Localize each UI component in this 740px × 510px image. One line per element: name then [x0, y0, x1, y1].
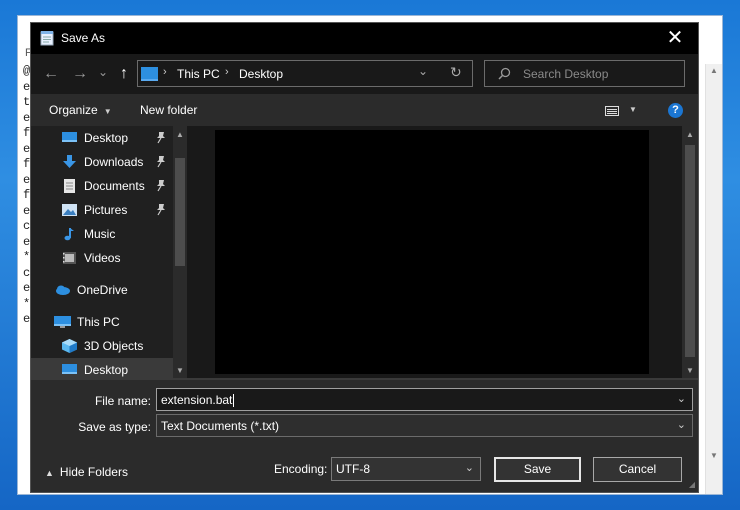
nav-item-label: Documents	[84, 179, 145, 193]
save-as-dialog: Save As ✕ ← → ⌄ ↑ › This PC › Desktop ⌄ …	[30, 22, 699, 493]
close-button[interactable]: ✕	[652, 23, 698, 54]
nav-item-label: This PC	[77, 315, 120, 329]
file-name-field[interactable]: extension.bat ⌄	[156, 388, 693, 411]
nav-item-this-pc[interactable]: This PC	[31, 310, 173, 334]
organize-label[interactable]: Organize	[49, 103, 98, 117]
background-scrollbar[interactable]: ▲ ▼	[705, 64, 722, 494]
encoding-select[interactable]: UTF-8 ⌄	[331, 457, 481, 481]
onedrive-icon	[56, 285, 70, 295]
desktop-icon	[62, 364, 77, 374]
save-as-type-label: Save as type:	[78, 420, 151, 434]
pane-divider	[31, 378, 698, 380]
title-bar: Save As ✕	[31, 23, 698, 54]
download-icon	[63, 155, 76, 168]
this-pc-icon	[54, 316, 71, 328]
navigation-bar: ← → ⌄ ↑ › This PC › Desktop ⌄ ↻	[31, 54, 698, 94]
nav-item-videos[interactable]: Videos	[31, 246, 173, 270]
nav-item-music[interactable]: Music	[31, 222, 173, 246]
address-bar[interactable]: › This PC › Desktop ⌄ ↻	[137, 60, 473, 87]
scrollbar-thumb[interactable]	[685, 145, 695, 357]
organize-button[interactable]: Organize ▼	[49, 103, 112, 117]
music-icon	[64, 228, 74, 241]
scroll-up-icon[interactable]: ▲	[682, 130, 698, 139]
view-caret-icon[interactable]: ▼	[629, 105, 637, 114]
nav-item-label: Desktop	[84, 131, 129, 145]
nav-item-label: Desktop	[84, 363, 129, 377]
organize-caret-icon[interactable]: ▼	[104, 107, 112, 116]
chevron-down-icon[interactable]: ⌄	[677, 418, 686, 431]
breadcrumb-separator-icon[interactable]: ›	[225, 66, 229, 78]
breadcrumb-separator-icon: ›	[163, 66, 167, 78]
cancel-button[interactable]: Cancel	[593, 457, 682, 482]
scroll-down-icon[interactable]: ▼	[682, 366, 698, 375]
documents-icon	[64, 179, 75, 193]
nav-item-onedrive[interactable]: OneDrive	[31, 278, 173, 302]
nav-item-documents[interactable]: Documents	[31, 174, 173, 198]
back-arrow-icon[interactable]: ←	[39, 62, 63, 86]
file-name-label: File name:	[94, 394, 151, 408]
forward-arrow-icon[interactable]: →	[68, 62, 92, 86]
nav-item-desktop[interactable]: Desktop	[31, 126, 173, 150]
nav-item-3d-objects[interactable]: 3D Objects	[31, 334, 173, 358]
3d-objects-icon	[62, 339, 77, 353]
pin-icon	[157, 132, 165, 144]
nav-item-label: OneDrive	[77, 283, 128, 297]
chevron-down-icon[interactable]: ⌄	[677, 392, 686, 405]
pin-icon	[157, 204, 165, 216]
address-dropdown-icon[interactable]: ⌄	[418, 64, 428, 78]
file-area-blank	[215, 130, 649, 374]
breadcrumb-this-pc[interactable]: This PC	[177, 67, 220, 81]
save-button[interactable]: Save	[494, 457, 581, 482]
nav-item-label: Downloads	[84, 155, 144, 169]
pin-icon	[157, 180, 165, 192]
nav-item-label: 3D Objects	[84, 339, 144, 353]
nav-pane-scrollbar[interactable]: ▲ ▼	[173, 126, 187, 378]
nav-item-downloads[interactable]: Downloads	[31, 150, 173, 174]
up-arrow-icon[interactable]: ↑	[112, 62, 136, 86]
search-box[interactable]	[484, 60, 685, 87]
search-icon	[498, 67, 511, 80]
hide-folders-label[interactable]: Hide Folders	[60, 465, 128, 479]
file-list-pane[interactable]	[187, 126, 682, 378]
close-icon[interactable]: ✕	[667, 27, 684, 49]
pictures-icon	[62, 204, 77, 216]
refresh-icon[interactable]: ↻	[450, 64, 462, 81]
scroll-down-icon[interactable]: ▼	[173, 366, 187, 375]
new-folder-button[interactable]: New folder	[140, 103, 197, 117]
navigation-pane: Desktop Downloads Documents Pictures Mus…	[31, 126, 187, 378]
nav-item-label: Videos	[84, 251, 121, 265]
help-icon[interactable]: ?	[668, 103, 683, 118]
file-list-scrollbar[interactable]: ▲ ▼	[682, 126, 698, 378]
pin-icon	[157, 156, 165, 168]
file-name-value[interactable]: extension.bat	[161, 393, 235, 408]
nav-item-label: Pictures	[84, 203, 128, 217]
this-pc-icon	[141, 67, 158, 81]
scroll-up-icon[interactable]: ▲	[173, 130, 187, 139]
encoding-value[interactable]: UTF-8	[336, 462, 370, 476]
hide-folders-button[interactable]: ▲ Hide Folders	[45, 465, 128, 479]
videos-icon	[63, 252, 76, 264]
notepad-icon	[40, 31, 54, 46]
encoding-label: Encoding:	[274, 462, 328, 476]
resize-grip-icon[interactable]: ◢	[689, 480, 695, 489]
view-options-icon[interactable]	[605, 106, 619, 116]
dialog-title: Save As	[61, 31, 106, 45]
background-scroll-down-icon[interactable]: ▼	[706, 451, 722, 460]
scrollbar-thumb[interactable]	[175, 158, 185, 266]
breadcrumb-desktop[interactable]: Desktop	[239, 67, 283, 81]
nav-item-desktop-selected[interactable]: Desktop	[31, 358, 173, 378]
save-as-type-select[interactable]: Text Documents (*.txt) ⌄	[156, 414, 693, 437]
nav-item-pictures[interactable]: Pictures	[31, 198, 173, 222]
chevron-up-icon[interactable]: ▲	[45, 468, 54, 478]
nav-item-label: Music	[84, 227, 116, 241]
save-as-type-value[interactable]: Text Documents (*.txt)	[161, 419, 279, 433]
desktop-icon	[62, 132, 77, 142]
search-input[interactable]	[523, 66, 673, 82]
background-scroll-up-icon[interactable]: ▲	[706, 66, 722, 75]
chevron-down-icon[interactable]: ⌄	[465, 461, 474, 474]
command-toolbar: Organize ▼ New folder ▼ ?	[31, 94, 698, 126]
